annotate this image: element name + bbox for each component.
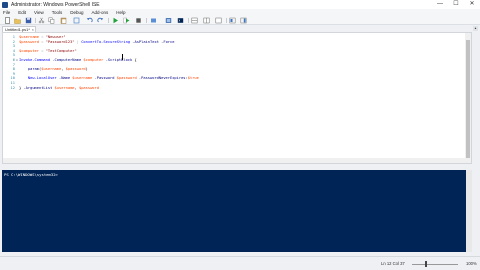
toolbar (0, 16, 480, 25)
code-token: $password (19, 39, 39, 44)
code-token: -Password (92, 76, 115, 81)
open-icon[interactable] (14, 17, 21, 24)
editor-scroll-thumb[interactable] (466, 40, 470, 158)
zoom-slider-thumb[interactable] (425, 261, 427, 267)
window-title: Administrator: Windows PowerShell ISE (11, 1, 100, 8)
editor-horizontal-scrollbar[interactable] (3, 158, 467, 163)
code-token: "TestComputer" (45, 48, 77, 53)
debug-icon[interactable] (150, 17, 157, 24)
code-token: "Newuser" (45, 35, 66, 39)
show-script-pane-right-icon[interactable] (203, 17, 210, 24)
code-token: -ArgumentList (21, 85, 53, 90)
new-remote-tab-icon[interactable] (165, 17, 172, 24)
code-text: } -ArgumentList $username, $password (19, 86, 99, 91)
stop-icon[interactable] (135, 17, 142, 24)
code-line[interactable]: 12 } -ArgumentList $username, $password (3, 86, 443, 91)
zoom-slider-track[interactable] (412, 264, 458, 265)
start-powershell-icon[interactable] (177, 17, 184, 24)
code-token: $username (52, 85, 75, 90)
menu-file[interactable]: File (3, 10, 10, 15)
run-icon[interactable] (112, 17, 119, 24)
code-token: $computer (19, 48, 39, 53)
close-button[interactable]: ✕ (464, 0, 480, 9)
maximize-button[interactable]: ☐ (448, 0, 464, 9)
menu-tools[interactable]: Tools (52, 10, 63, 15)
code-token: ConvertTo-SecureString (81, 39, 131, 44)
code-token: -PasswordNeverExpires: (136, 76, 188, 81)
code-token: param (19, 67, 39, 72)
undo-icon[interactable] (86, 17, 93, 24)
show-script-pane-max-icon[interactable] (215, 17, 222, 24)
code-token: $password (65, 67, 86, 72)
code-token: $username (70, 76, 93, 81)
new-file-icon[interactable] (4, 17, 11, 24)
paste-icon[interactable] (60, 17, 67, 24)
code-token: = (38, 48, 46, 53)
clear-icon[interactable] (73, 17, 80, 24)
code-token: $username (19, 35, 39, 39)
script-tab-strip: Untitled1.ps1* × ▲ (0, 25, 480, 32)
code-token: -ScriptBlock (103, 58, 133, 62)
status-bar: Ln 12 Col 37 100% (0, 256, 480, 270)
console-prompt: PS C:\WINDOWS\system32> (4, 172, 58, 177)
title-bar: Administrator: Windows PowerShell ISE — … (0, 0, 480, 9)
code-token: -AsPlainText (130, 39, 159, 44)
code-token: $username (41, 67, 62, 72)
console-vertical-scrollbar[interactable] (466, 170, 472, 252)
editor-vertical-scrollbar[interactable] (465, 33, 471, 163)
zoom-level: 100% (466, 261, 477, 266)
menu-help[interactable]: Help (116, 10, 125, 15)
code-token: -ComputerName (50, 58, 82, 62)
code-token: ) (85, 67, 88, 72)
console-pane[interactable]: PS C:\WINDOWS\system32> (2, 170, 472, 252)
code-token: $password (78, 85, 99, 90)
save-icon[interactable] (25, 17, 32, 24)
code-token: = (38, 35, 46, 39)
code-token: "Password123" (45, 39, 75, 44)
code-token: Invoke-Command (19, 58, 51, 62)
line-number: 12 (10, 85, 15, 90)
copy-icon[interactable] (48, 17, 55, 24)
code-token: { (132, 58, 137, 62)
window-controls: — ☐ ✕ (432, 0, 480, 9)
menu-bar: File Edit View Tools Debug Add-ons Help (0, 9, 480, 16)
code-token: -Force (158, 39, 175, 44)
menu-view[interactable]: View (34, 10, 44, 15)
run-selection-icon[interactable] (123, 17, 130, 24)
show-command-window-icon[interactable] (229, 17, 236, 24)
cut-icon[interactable] (38, 17, 45, 24)
powershell-ise-icon (2, 1, 8, 8)
redo-icon[interactable] (97, 17, 104, 24)
menu-debug[interactable]: Debug (70, 10, 83, 15)
text-cursor-icon (122, 54, 123, 60)
minimize-button[interactable]: — (432, 0, 448, 9)
menu-add-ons[interactable]: Add-ons (92, 10, 109, 15)
code-token: $true (187, 76, 199, 81)
code-token: New-LocalUser (19, 76, 57, 81)
menu-edit[interactable]: Edit (18, 10, 26, 15)
code-token: -Name (56, 76, 71, 81)
script-editor[interactable]: 1 $username = "Newuser" 2 $password = "Pass… (2, 32, 472, 164)
code-token: $computer (81, 58, 104, 62)
show-script-pane-top-icon[interactable] (191, 17, 198, 24)
code-token: $password (114, 76, 137, 81)
tabstrip-scroll-icon[interactable]: ▲ (473, 26, 478, 31)
code-token: = (38, 39, 46, 44)
cursor-position: Ln 12 Col 37 (381, 261, 405, 266)
show-command-addon-icon[interactable] (240, 17, 247, 24)
